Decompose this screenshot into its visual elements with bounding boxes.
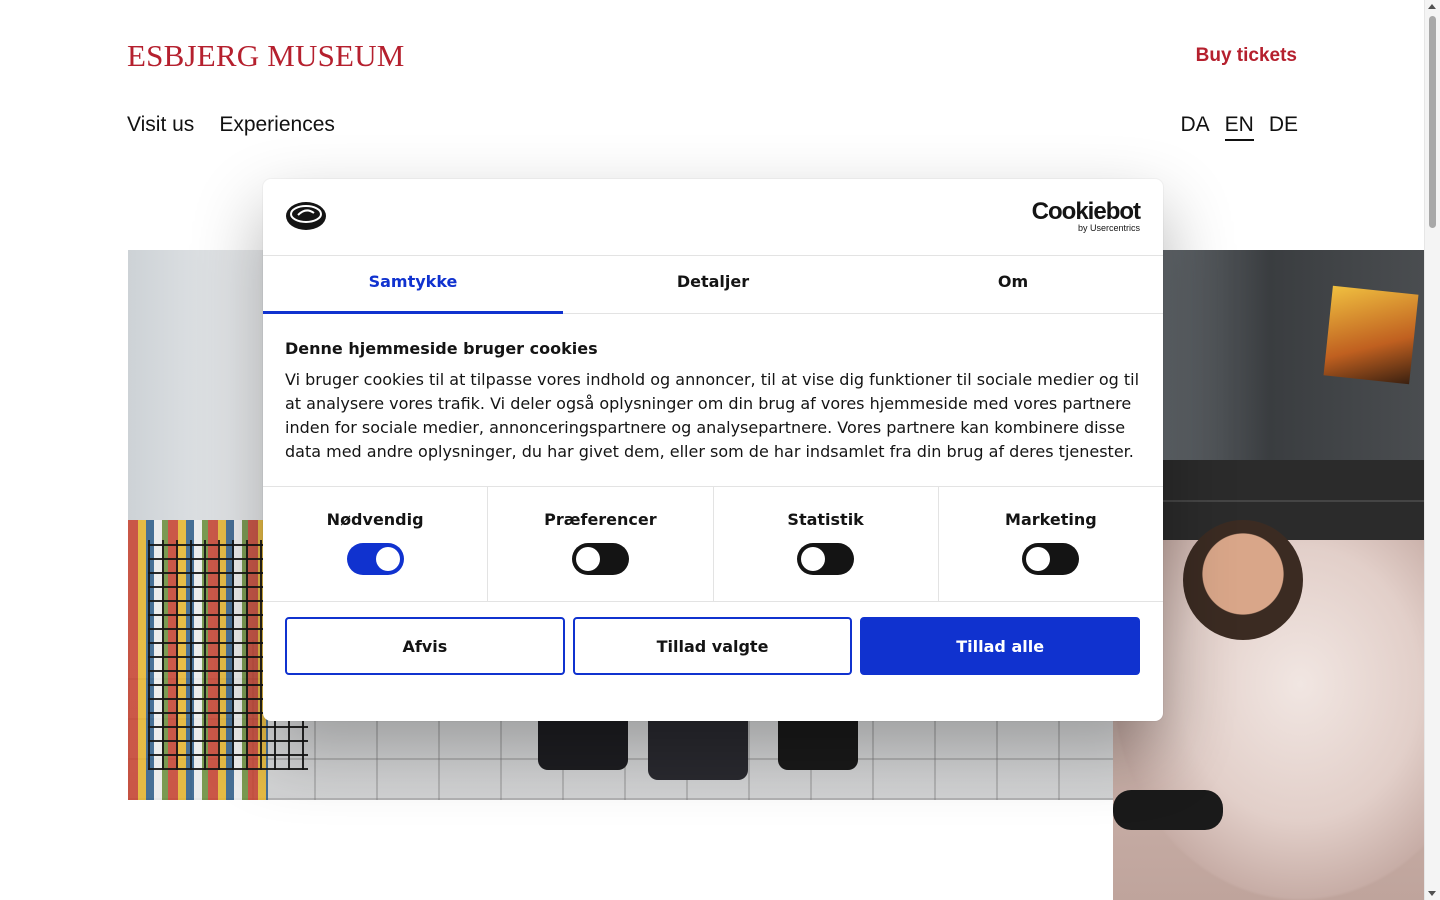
scroll-down-arrow-icon[interactable]: [1428, 891, 1436, 896]
category-marketing: Marketing: [939, 487, 1163, 601]
main-nav: Visit us Experiences: [127, 111, 335, 139]
consent-heading: Denne hjemmeside bruger cookies: [285, 339, 598, 358]
category-label: Nødvendig: [326, 510, 424, 529]
toggle-preferences[interactable]: [571, 543, 629, 575]
tab-om[interactable]: Om: [863, 256, 1163, 314]
toggle-statistics[interactable]: [797, 543, 855, 575]
toggle-marketing[interactable]: [1022, 543, 1080, 575]
scrollbar-thumb[interactable]: [1429, 16, 1436, 228]
consent-buttons: Afvis Tillad valgte Tillad alle: [263, 602, 1163, 675]
deny-button[interactable]: Afvis: [285, 617, 565, 675]
hero-poster: [1323, 285, 1419, 385]
consent-tabs: Samtykke Detaljer Om: [263, 256, 1163, 314]
cookiebot-sub: by Usercentrics: [1077, 223, 1140, 233]
category-label: Marketing: [1005, 510, 1097, 529]
consent-text: Vi bruger cookies til at tilpasse vores …: [285, 370, 1140, 461]
hero-person-head: [1183, 520, 1303, 640]
allow-selected-button[interactable]: Tillad valgte: [572, 617, 853, 675]
dialog-header: Cookiebot by Usercentrics: [263, 179, 1163, 256]
nav-experiences[interactable]: Experiences: [219, 111, 335, 139]
page-scrollbar[interactable]: [1424, 0, 1440, 900]
cookie-consent-dialog: Cookiebot by Usercentrics Samtykke Detal…: [263, 179, 1163, 721]
nav-visit-us[interactable]: Visit us: [127, 111, 194, 139]
cookiebot-name: Cookiebot: [1031, 198, 1141, 225]
tab-samtykke[interactable]: Samtykke: [263, 256, 563, 314]
category-label: Præferencer: [544, 510, 657, 529]
consent-body: Denne hjemmeside bruger cookies Vi bruge…: [263, 314, 1163, 486]
lang-en[interactable]: EN: [1224, 111, 1255, 141]
cookiebot-logo[interactable]: Cookiebot by Usercentrics: [1031, 198, 1141, 233]
site-cookie-logo-icon: [286, 202, 326, 230]
category-necessary: Nødvendig: [263, 487, 489, 601]
hero-person-arm: [1113, 790, 1223, 830]
lang-da[interactable]: DA: [1180, 111, 1209, 139]
allow-all-button[interactable]: Tillad alle: [860, 617, 1141, 675]
language-switcher: DA EN DE: [1180, 111, 1298, 141]
toggle-necessary[interactable]: [346, 543, 404, 575]
site-logo[interactable]: ESBJERG MUSEUM: [127, 38, 405, 74]
category-statistics: Statistik: [714, 487, 939, 601]
consent-categories: Nødvendig Præferencer Statistik Marketin…: [263, 486, 1163, 602]
category-preferences: Præferencer: [488, 487, 714, 601]
category-label: Statistik: [787, 510, 864, 529]
scroll-up-arrow-icon[interactable]: [1428, 4, 1436, 9]
lang-de[interactable]: DE: [1269, 111, 1298, 139]
buy-tickets-link[interactable]: Buy tickets: [1196, 42, 1297, 70]
tab-detaljer[interactable]: Detaljer: [563, 256, 863, 314]
